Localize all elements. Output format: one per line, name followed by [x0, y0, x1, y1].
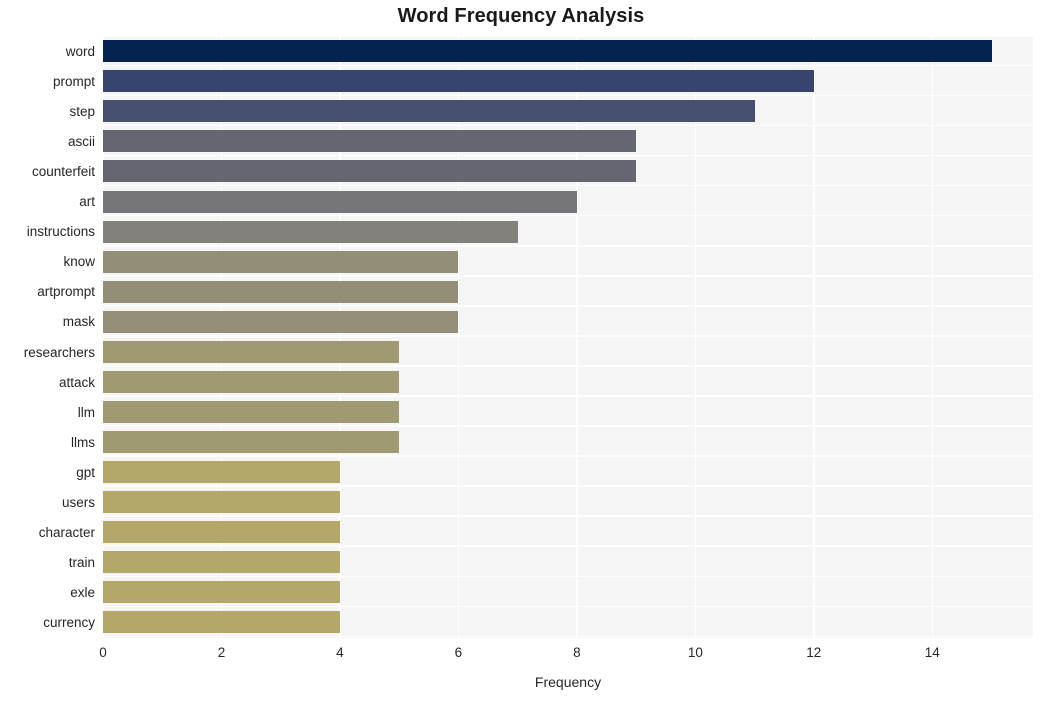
bar[interactable]	[103, 310, 459, 333]
x-axis-tick-labels: 0 2 4 6 8 10 12 14	[0, 645, 1042, 667]
y-tick-label-users: users	[61, 494, 95, 510]
bar[interactable]	[103, 220, 518, 243]
bar-row[interactable]	[103, 368, 1033, 397]
bar[interactable]	[103, 280, 459, 303]
row-separator	[103, 395, 1033, 397]
bar-row[interactable]	[103, 338, 1033, 367]
row-separator	[103, 305, 1033, 307]
x-tick-label-8: 8	[573, 645, 581, 660]
row-separator	[103, 124, 1033, 127]
bar-row[interactable]	[103, 97, 1033, 126]
bar-row[interactable]	[103, 187, 1033, 216]
bar-row[interactable]	[103, 277, 1033, 306]
bar[interactable]	[103, 400, 400, 423]
row-separator	[103, 94, 1033, 97]
row-separator	[103, 154, 1033, 157]
y-tick-label-counterfeit: counterfeit	[31, 164, 95, 180]
bar-row[interactable]	[103, 157, 1033, 186]
bar-row[interactable]	[103, 428, 1033, 457]
y-tick-label-gpt: gpt	[76, 464, 95, 480]
bar[interactable]	[103, 160, 637, 183]
bar[interactable]	[103, 70, 814, 93]
bar-row[interactable]	[103, 217, 1033, 246]
bar[interactable]	[103, 551, 340, 574]
bar-row[interactable]	[103, 37, 1033, 66]
x-tick-label-2: 2	[217, 645, 226, 660]
chart-figure: Word Frequency Analysis word prompt step as…	[0, 0, 1042, 701]
bar-row[interactable]	[103, 127, 1033, 156]
bar-row[interactable]	[103, 307, 1033, 336]
y-tick-label-know: know	[63, 254, 95, 270]
row-separator	[103, 425, 1033, 427]
row-separator	[103, 575, 1033, 578]
row-separator	[103, 244, 1033, 247]
bar-row[interactable]	[103, 518, 1033, 547]
bar[interactable]	[103, 130, 637, 153]
bar[interactable]	[103, 340, 400, 363]
row-separator	[103, 455, 1033, 457]
row-separator	[103, 635, 1033, 638]
bar[interactable]	[103, 581, 340, 604]
y-tick-label-attack: attack	[58, 374, 95, 390]
row-separator	[103, 365, 1033, 367]
bar[interactable]	[103, 611, 340, 634]
x-axis-title: Frequency	[534, 674, 602, 690]
bar-row[interactable]	[103, 247, 1033, 276]
y-tick-label-art: art	[79, 194, 95, 210]
y-tick-label-character: character	[38, 524, 95, 540]
bar[interactable]	[103, 491, 340, 514]
y-tick-label-researchers: researchers	[23, 344, 95, 360]
y-tick-label-step: step	[69, 104, 95, 120]
row-separator	[103, 275, 1033, 277]
bar[interactable]	[103, 430, 400, 453]
x-tick-label-6: 6	[454, 645, 463, 660]
bar[interactable]	[103, 460, 340, 483]
x-tick-label-0: 0	[99, 645, 107, 660]
x-tick-label-10: 10	[687, 645, 703, 660]
row-separator	[103, 184, 1033, 187]
bar-row[interactable]	[103, 67, 1033, 96]
y-tick-label-train: train	[68, 554, 95, 570]
bar-row[interactable]	[103, 578, 1033, 607]
bar-row[interactable]	[103, 608, 1033, 637]
row-separator	[103, 605, 1033, 608]
bar[interactable]	[103, 100, 755, 123]
page-title: Word Frequency Analysis	[397, 5, 645, 27]
bar[interactable]	[103, 250, 459, 273]
x-tick-label-12: 12	[806, 645, 822, 660]
bar[interactable]	[103, 521, 340, 544]
y-tick-label-exle: exle	[70, 584, 95, 600]
row-separator	[103, 515, 1033, 517]
row-separator	[103, 335, 1033, 337]
y-tick-label-ascii: ascii	[67, 134, 95, 150]
bar-row[interactable]	[103, 488, 1033, 517]
y-tick-label-prompt: prompt	[52, 74, 95, 90]
bar[interactable]	[103, 40, 992, 63]
y-axis-tick-labels: word prompt step ascii counterfeit art instruc…	[0, 37, 95, 638]
y-tick-label-currency: currency	[43, 614, 95, 630]
row-separator	[103, 545, 1033, 548]
x-tick-label-4: 4	[336, 645, 344, 660]
bar-row[interactable]	[103, 458, 1033, 487]
row-separator	[103, 214, 1033, 217]
y-tick-label-artprompt: artprompt	[37, 284, 95, 300]
bar-row[interactable]	[103, 548, 1033, 577]
y-tick-label-word: word	[65, 44, 95, 60]
bars-layer	[103, 37, 1033, 638]
row-separator	[103, 485, 1033, 487]
y-tick-label-instructions: instructions	[26, 224, 95, 240]
bar[interactable]	[103, 370, 400, 393]
row-separator	[103, 64, 1033, 67]
x-tick-label-14: 14	[924, 645, 940, 660]
bar[interactable]	[103, 190, 577, 213]
y-tick-label-llm: llm	[77, 404, 95, 420]
y-tick-label-mask: mask	[62, 314, 95, 330]
bar-row[interactable]	[103, 398, 1033, 427]
y-tick-label-llms: llms	[71, 434, 95, 450]
